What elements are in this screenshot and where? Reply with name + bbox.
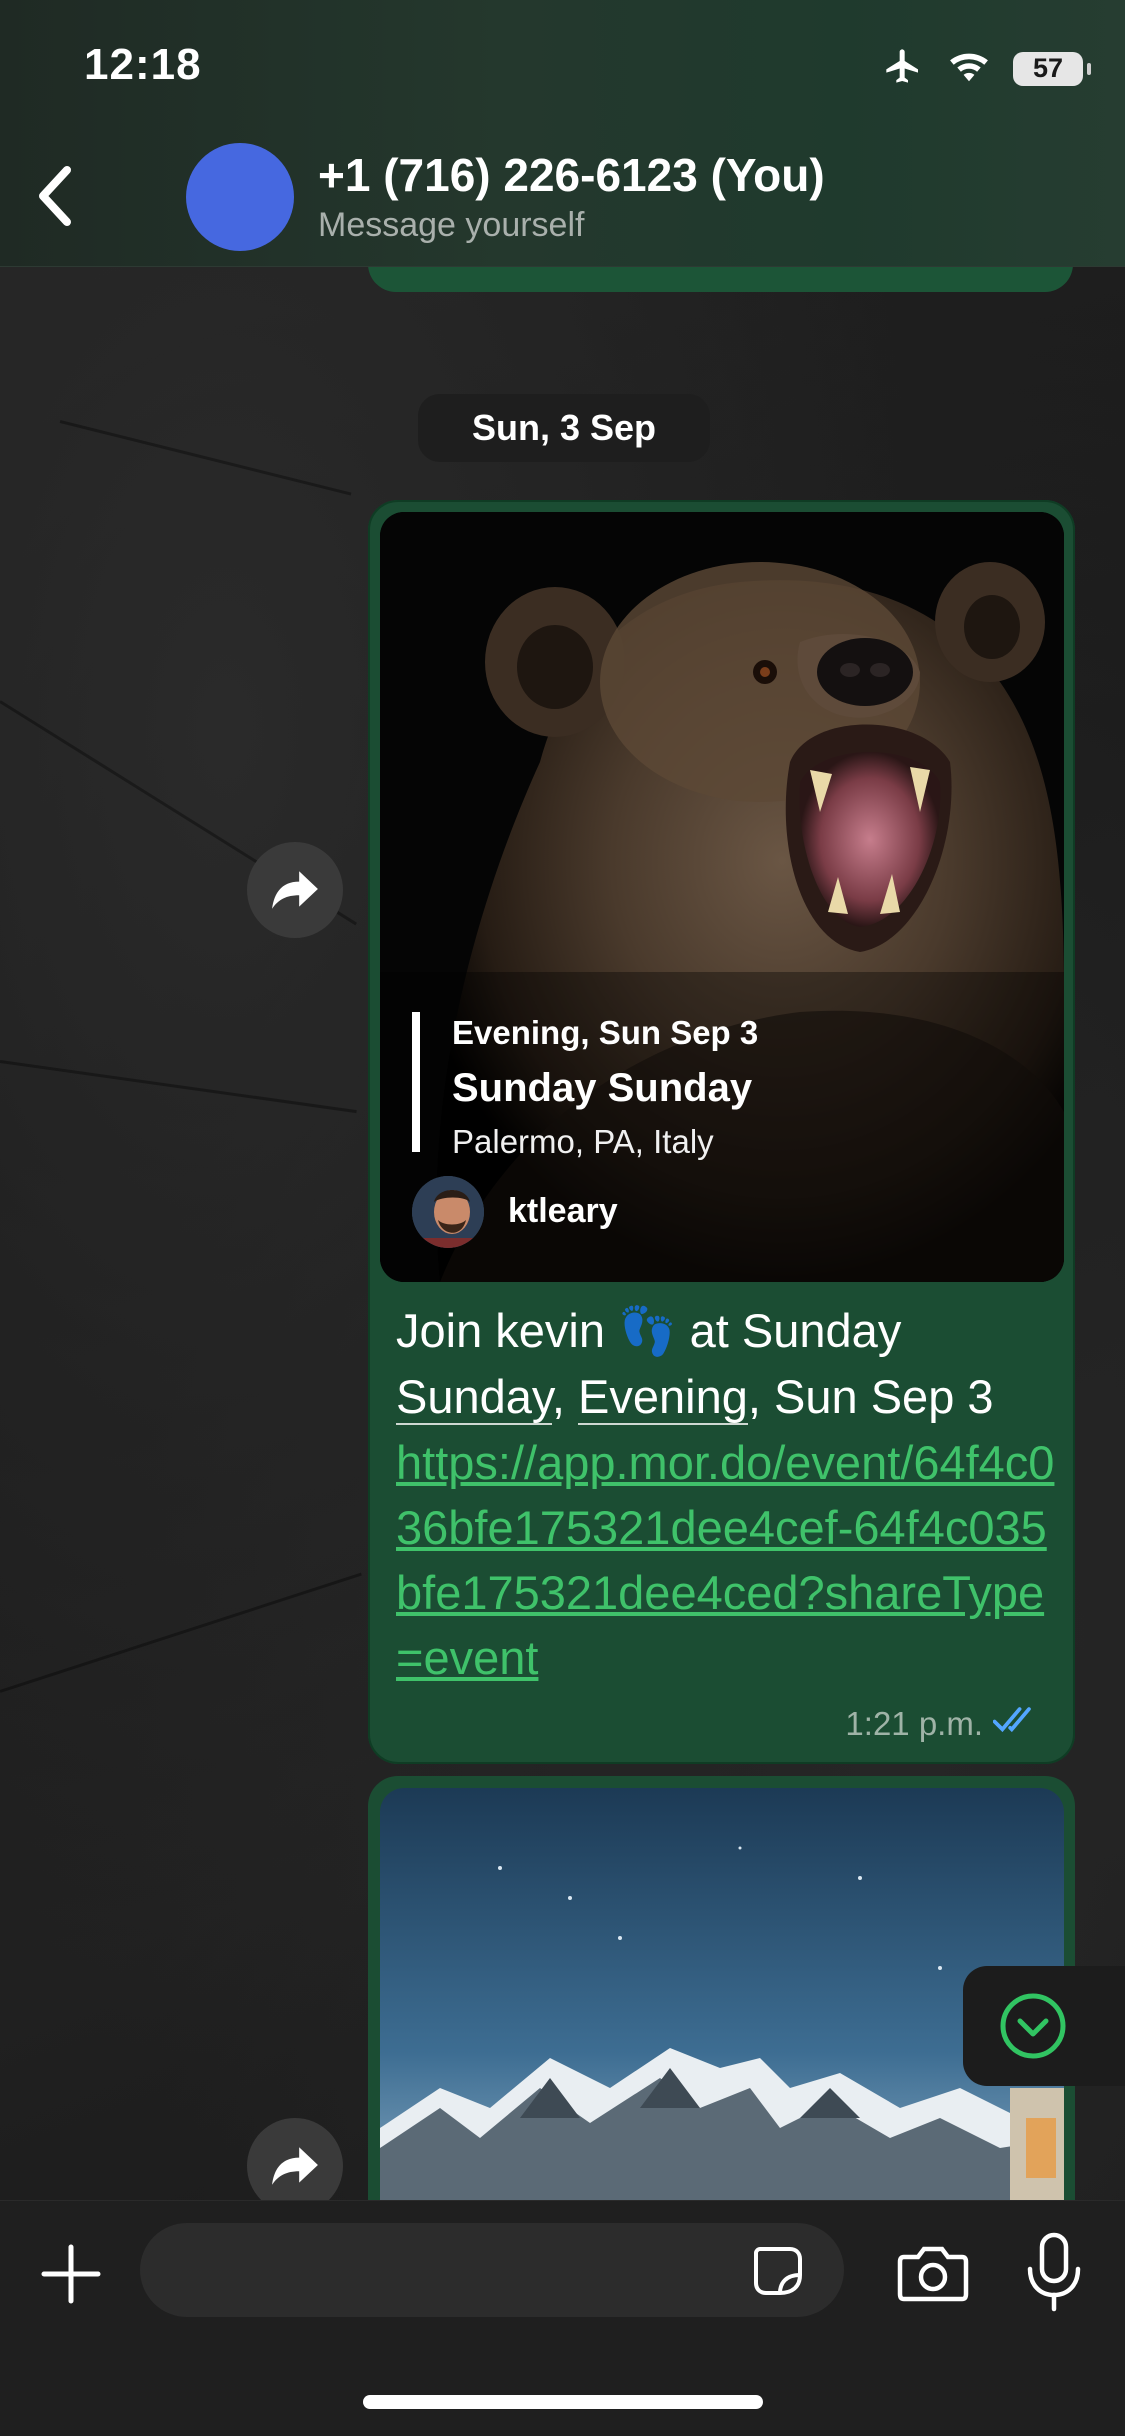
message-text: Join kevin 👣 at Sunday Sunday, Evening, S…	[396, 1298, 1056, 1430]
contact-name[interactable]: +1 (716) 226-6123 (You)	[318, 148, 825, 202]
status-icons: 57	[881, 46, 1091, 91]
camera-button[interactable]	[896, 2239, 970, 2305]
event-details: Evening, Sun Sep 3 Sunday Sunday Palermo…	[412, 1012, 759, 1160]
contact-subtitle[interactable]: Message yourself	[318, 206, 584, 245]
event-preview-card[interactable]: Evening, Sun Sep 3 Sunday Sunday Palermo…	[380, 512, 1064, 1282]
wallpaper-crack	[59, 420, 352, 496]
attach-button[interactable]	[36, 2239, 106, 2309]
event-date: Evening, Sun Sep 3	[452, 1014, 759, 1051]
bear-image	[380, 512, 1064, 1282]
host-name: ktleary	[508, 1192, 618, 1230]
message-composer	[0, 2200, 1125, 2436]
message-text-part: ,	[551, 1370, 579, 1423]
double-check-icon	[992, 1705, 1043, 1743]
home-indicator	[363, 2395, 763, 2409]
message-text-part: Join kevin	[396, 1304, 619, 1357]
message-text-link-evening[interactable]: Evening	[578, 1370, 748, 1425]
event-title: Sunday Sunday	[452, 1066, 753, 1110]
microphone-button[interactable]	[1022, 2231, 1086, 2313]
back-button[interactable]	[20, 158, 90, 234]
message-meta: 1:21 p.m.	[845, 1705, 1043, 1743]
microphone-icon	[1027, 2232, 1081, 2312]
message-time: 1:21 p.m.	[845, 1705, 983, 1742]
forward-icon	[272, 2147, 318, 2185]
event-location: Palermo, PA, Italy	[452, 1123, 714, 1160]
wallpaper-crack	[0, 1060, 357, 1114]
chevron-down-icon	[1000, 1993, 1066, 2059]
status-time: 12:18	[84, 40, 202, 89]
message-text-part: , Sun Sep 3	[747, 1370, 994, 1423]
host-avatar	[412, 1176, 484, 1248]
message-text-part: at Sunday	[676, 1304, 902, 1357]
airplane-icon	[881, 46, 925, 91]
chat-header: 12:18 57 +1 (716) 226-6123 (You) Message…	[0, 0, 1125, 267]
plus-icon	[41, 2244, 101, 2304]
forward-icon	[272, 871, 318, 909]
chat-screen: 12:18 57 +1 (716) 226-6123 (You) Message…	[0, 0, 1125, 2436]
contact-avatar[interactable]	[186, 143, 294, 251]
wifi-icon	[947, 48, 991, 89]
message-bubble[interactable]: Evening, Sun Sep 3 Sunday Sunday Palermo…	[368, 500, 1075, 1764]
scroll-to-bottom-button[interactable]	[963, 1966, 1125, 2086]
date-separator: Sun, 3 Sep	[418, 394, 710, 462]
camera-icon	[897, 2246, 969, 2302]
forward-button[interactable]	[247, 842, 343, 938]
sticker-icon	[754, 2247, 802, 2295]
sticker-button[interactable]	[750, 2243, 806, 2299]
message-input[interactable]	[140, 2223, 844, 2317]
wallpaper-crack	[0, 1572, 362, 1693]
event-link[interactable]: https://app.mor.do/event/64f4c036bfe1753…	[396, 1430, 1056, 1690]
battery-icon: 57	[1013, 51, 1091, 86]
footprints-emoji: 👣	[618, 1304, 677, 1357]
message-text-link-sunday[interactable]: Sunday	[396, 1370, 552, 1425]
mountain-image	[380, 1788, 1064, 2228]
